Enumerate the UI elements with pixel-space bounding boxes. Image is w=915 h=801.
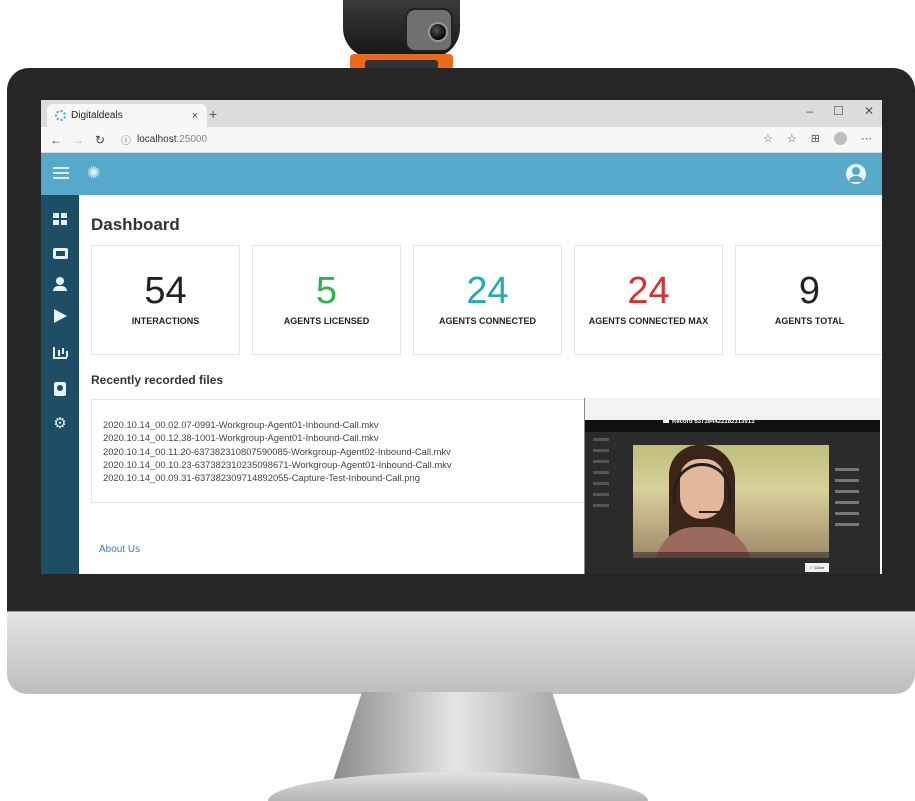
page-title: Dashboard	[91, 215, 180, 234]
about-us-link[interactable]: About Us	[99, 544, 140, 555]
recent-files-title: Recently recorded files	[91, 373, 224, 387]
forward-arrow-icon[interactable]: →	[67, 133, 89, 147]
monitor-screen: Digitaldeals × + – ☐ ✕ ← → ↻ ⓘ localhost…	[41, 100, 882, 574]
preview-close-button: ✓ Close	[805, 563, 829, 572]
main-content: Dashboard 54 INTERACTIONS 5 AGENTS LICEN…	[79, 195, 882, 574]
ticket-icon	[52, 247, 68, 259]
stat-value: 24	[627, 270, 670, 312]
window-controls: – ☐ ✕	[806, 104, 874, 118]
file-item[interactable]: 2020.10.14_00.12.38-1001-Workgroup-Agent…	[103, 431, 585, 444]
browser-tab[interactable]: Digitaldeals ×	[47, 104, 207, 127]
user-account-icon[interactable]	[846, 164, 866, 184]
file-item[interactable]: 2020.10.14_00.10.23-637382310235098671-W…	[103, 458, 585, 471]
preview-sidebar	[593, 438, 623, 538]
sidebar-item-settings[interactable]: ⚙	[52, 415, 68, 431]
stat-card-agents-licensed[interactable]: 5 AGENTS LICENSED	[252, 245, 401, 355]
preview-side-panel	[835, 468, 875, 538]
stat-label: AGENTS TOTAL	[774, 316, 845, 326]
url-field[interactable]: localhost:25000	[137, 134, 207, 145]
monitor-stand-base	[268, 772, 648, 801]
monitor-stand	[332, 692, 582, 784]
collections-icon[interactable]: ⊞	[811, 132, 820, 145]
tab-close-icon[interactable]: ×	[187, 110, 203, 122]
sidebar-item-dashboard[interactable]	[52, 211, 68, 227]
browser-tabbar: Digitaldeals × + – ☐ ✕	[41, 100, 882, 127]
stat-label: AGENTS CONNECTED MAX	[588, 316, 709, 326]
browser-toolbar-icons: ☆ ☆ ⊞ ⋯	[763, 132, 872, 145]
video-progress-bar	[633, 552, 829, 558]
new-tab-button[interactable]: +	[209, 106, 217, 122]
preview-record-title: Record 637394422282313913	[663, 419, 754, 425]
sidebar: ⚙	[41, 195, 79, 574]
recent-files-list: 2020.10.14_00.02.07-0991-Workgroup-Agent…	[91, 399, 586, 503]
app-logo-icon[interactable]: ✺	[87, 163, 100, 183]
play-icon	[53, 309, 67, 323]
site-favicon-icon	[55, 110, 66, 121]
stat-card-agents-connected[interactable]: 24 AGENTS CONNECTED	[413, 245, 562, 355]
contact-card-icon	[54, 382, 66, 396]
site-info-icon[interactable]: ⓘ	[121, 132, 131, 147]
stat-label: AGENTS CONNECTED	[438, 316, 536, 326]
user-icon	[53, 277, 67, 291]
stat-value: 5	[315, 270, 338, 312]
webcam-lens	[428, 22, 448, 42]
stat-card-agents-total[interactable]: 9 AGENTS TOTAL	[735, 245, 882, 355]
sidebar-item-reports[interactable]	[52, 345, 68, 361]
stat-card-interactions[interactable]: 54 INTERACTIONS	[91, 245, 240, 355]
sidebar-item-agents[interactable]	[52, 276, 68, 292]
tab-title: Digitaldeals	[71, 110, 123, 121]
gear-icon: ⚙	[53, 414, 67, 432]
sidebar-item-contacts[interactable]	[52, 381, 68, 397]
preview-browser-chrome	[585, 398, 880, 420]
hamburger-menu-icon[interactable]	[53, 167, 69, 179]
bar-chart-icon	[53, 347, 67, 359]
stat-value: 54	[144, 270, 187, 312]
microphone-boom	[699, 511, 721, 513]
recording-preview-screenshot: Record 637394422282313913 ✓ Close	[584, 398, 880, 574]
stat-card-agents-connected-max[interactable]: 24 AGENTS CONNECTED MAX	[574, 245, 723, 355]
sidebar-item-recordings[interactable]	[52, 308, 68, 324]
stat-label: INTERACTIONS	[131, 316, 200, 326]
sidebar-item-tickets[interactable]	[52, 245, 68, 261]
back-arrow-icon[interactable]: ←	[45, 133, 67, 147]
close-window-button[interactable]: ✕	[864, 104, 874, 118]
favorite-star-icon[interactable]: ☆	[763, 132, 773, 145]
stat-label: AGENTS LICENSED	[283, 316, 370, 326]
minimize-button[interactable]: –	[806, 104, 813, 118]
preview-video-frame	[633, 445, 829, 558]
dashboard-grid-icon	[53, 213, 67, 225]
monitor-chin	[7, 612, 915, 694]
file-item[interactable]: 2020.10.14_00.02.07-0991-Workgroup-Agent…	[103, 418, 585, 431]
stat-value: 24	[466, 270, 509, 312]
stat-value: 9	[798, 270, 821, 312]
file-item[interactable]: 2020.10.14_00.09.31-637382309714892055-C…	[103, 471, 585, 484]
browser-profile-icon[interactable]	[834, 132, 847, 145]
maximize-button[interactable]: ☐	[833, 104, 844, 118]
favorites-list-icon[interactable]: ☆	[787, 132, 797, 145]
more-options-icon[interactable]: ⋯	[861, 132, 872, 145]
app-header: ✺	[41, 153, 882, 195]
browser-address-bar: ← → ↻ ⓘ localhost:25000 ☆ ☆ ⊞ ⋯	[41, 127, 882, 153]
monitor-scene: Digitaldeals × + – ☐ ✕ ← → ↻ ⓘ localhost…	[0, 0, 915, 801]
refresh-icon[interactable]: ↻	[89, 133, 111, 147]
file-item[interactable]: 2020.10.14_00.11.20-637382310807590085-W…	[103, 445, 585, 458]
